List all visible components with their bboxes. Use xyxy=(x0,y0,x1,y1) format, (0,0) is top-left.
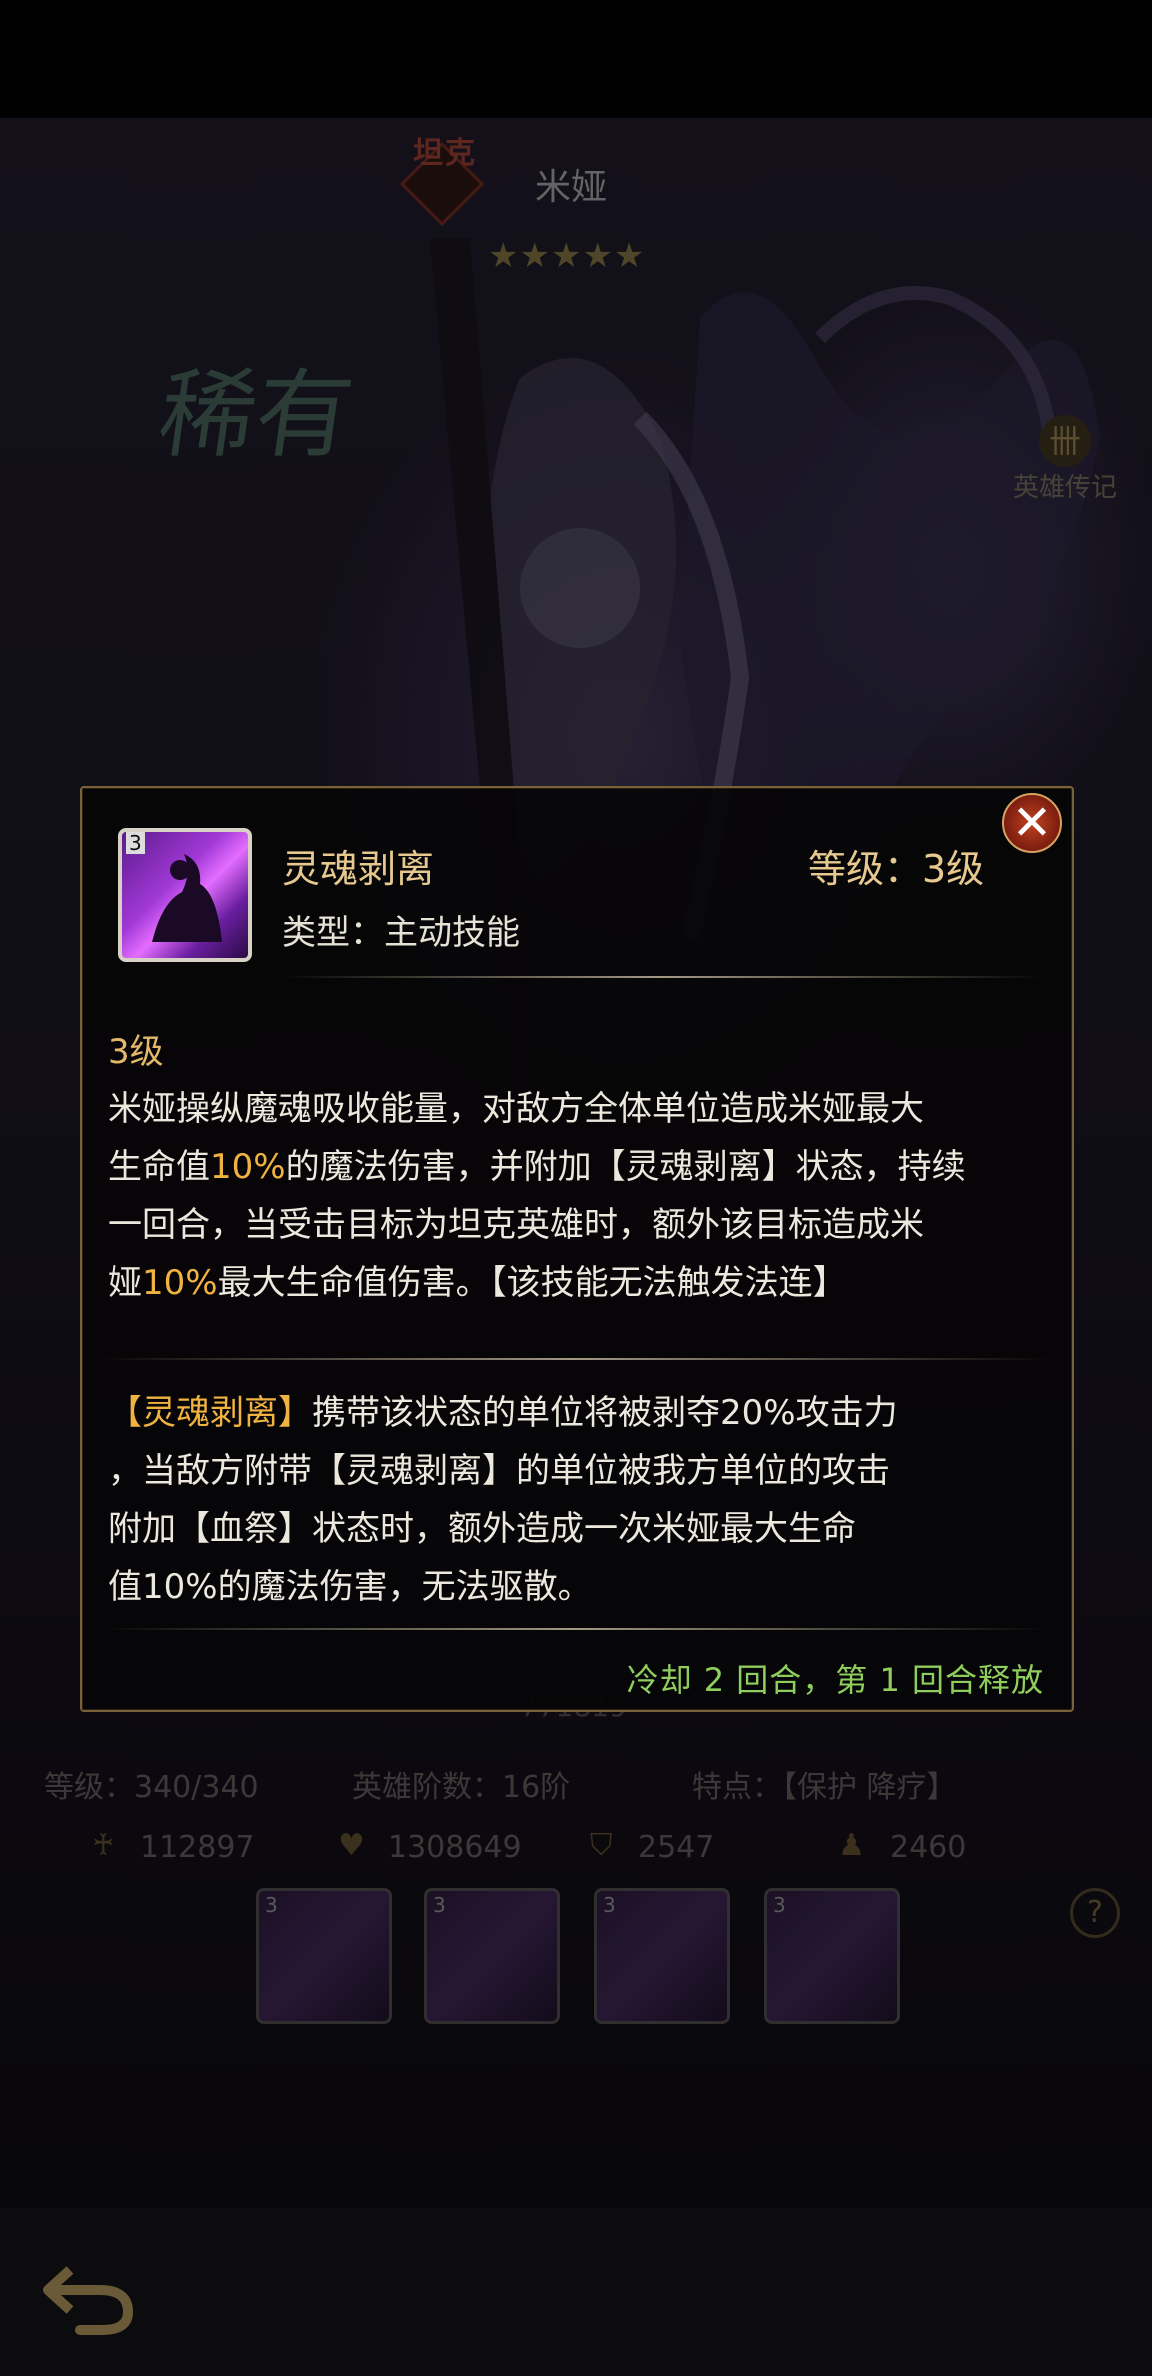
desc-text: 最大生命值伤害。【该技能无法触发法连】 xyxy=(217,1263,847,1303)
desc-highlight: 10% xyxy=(142,1263,218,1303)
back-arrow-icon[interactable] xyxy=(40,2250,140,2340)
desc-text: ，当敌方附带【灵魂剥离】的单位被我方单位的攻击 xyxy=(108,1451,890,1491)
desc-text: 一回合，当受击目标为坦克英雄时，额外该目标造成米 xyxy=(108,1205,924,1245)
desc-highlight: 10% xyxy=(210,1147,286,1187)
skill-description-line-2: 生命值10%的魔法伤害，并附加【灵魂剥离】状态，持续 xyxy=(108,1138,1058,1196)
close-icon[interactable]: ✕ xyxy=(1002,793,1062,853)
status-description-line-3: 附加【血祭】状态时，额外造成一次米娅最大生命 xyxy=(108,1500,1058,1558)
status-description-line-2: ，当敌方附带【灵魂剥离】的单位被我方单位的攻击 xyxy=(108,1442,1058,1500)
level-heading: 3级 xyxy=(108,1032,164,1072)
skill-icon-level: 3 xyxy=(126,832,145,854)
skill-type: 类型：主动技能 xyxy=(282,913,520,953)
bottom-bar xyxy=(0,2208,1152,2376)
skill-description-line-4: 娅10%最大生命值伤害。【该技能无法触发法连】 xyxy=(108,1254,1058,1312)
skill-description-line-1: 米娅操纵魔魂吸收能量，对敌方全体单位造成米娅最大 xyxy=(108,1080,1058,1138)
skill-description-line-3: 一回合，当受击目标为坦克英雄时，额外该目标造成米 xyxy=(108,1196,1058,1254)
divider xyxy=(100,1358,1050,1360)
desc-text: 附加【血祭】状态时，额外造成一次米娅最大生命 xyxy=(108,1509,856,1549)
status-tag: 【灵魂剥离】 xyxy=(108,1393,312,1433)
cooldown-info: 冷却 2 回合，第 1 回合释放 xyxy=(626,1661,1044,1699)
skill-level: 等级：3级 xyxy=(808,847,985,891)
status-bar xyxy=(0,0,1152,118)
desc-text: 值10%的魔法伤害，无法驱散。 xyxy=(108,1567,592,1607)
skill-name: 灵魂剥离 xyxy=(282,847,435,891)
skill-icon: 3 xyxy=(118,828,252,962)
desc-text: 生命值 xyxy=(108,1147,210,1187)
status-description-line-1: 【灵魂剥离】携带该状态的单位将被剥夺20%攻击力 xyxy=(108,1384,1058,1442)
desc-text: 携带该状态的单位将被剥夺20%攻击力 xyxy=(312,1393,898,1433)
divider xyxy=(100,1628,1050,1630)
desc-text: 的魔法伤害，并附加【灵魂剥离】状态，持续 xyxy=(285,1147,966,1187)
divider xyxy=(282,976,1042,978)
status-description-line-4: 值10%的魔法伤害，无法驱散。 xyxy=(108,1558,1058,1616)
desc-text: 米娅操纵魔魂吸收能量，对敌方全体单位造成米娅最大 xyxy=(108,1089,924,1129)
desc-text: 娅 xyxy=(108,1263,142,1303)
